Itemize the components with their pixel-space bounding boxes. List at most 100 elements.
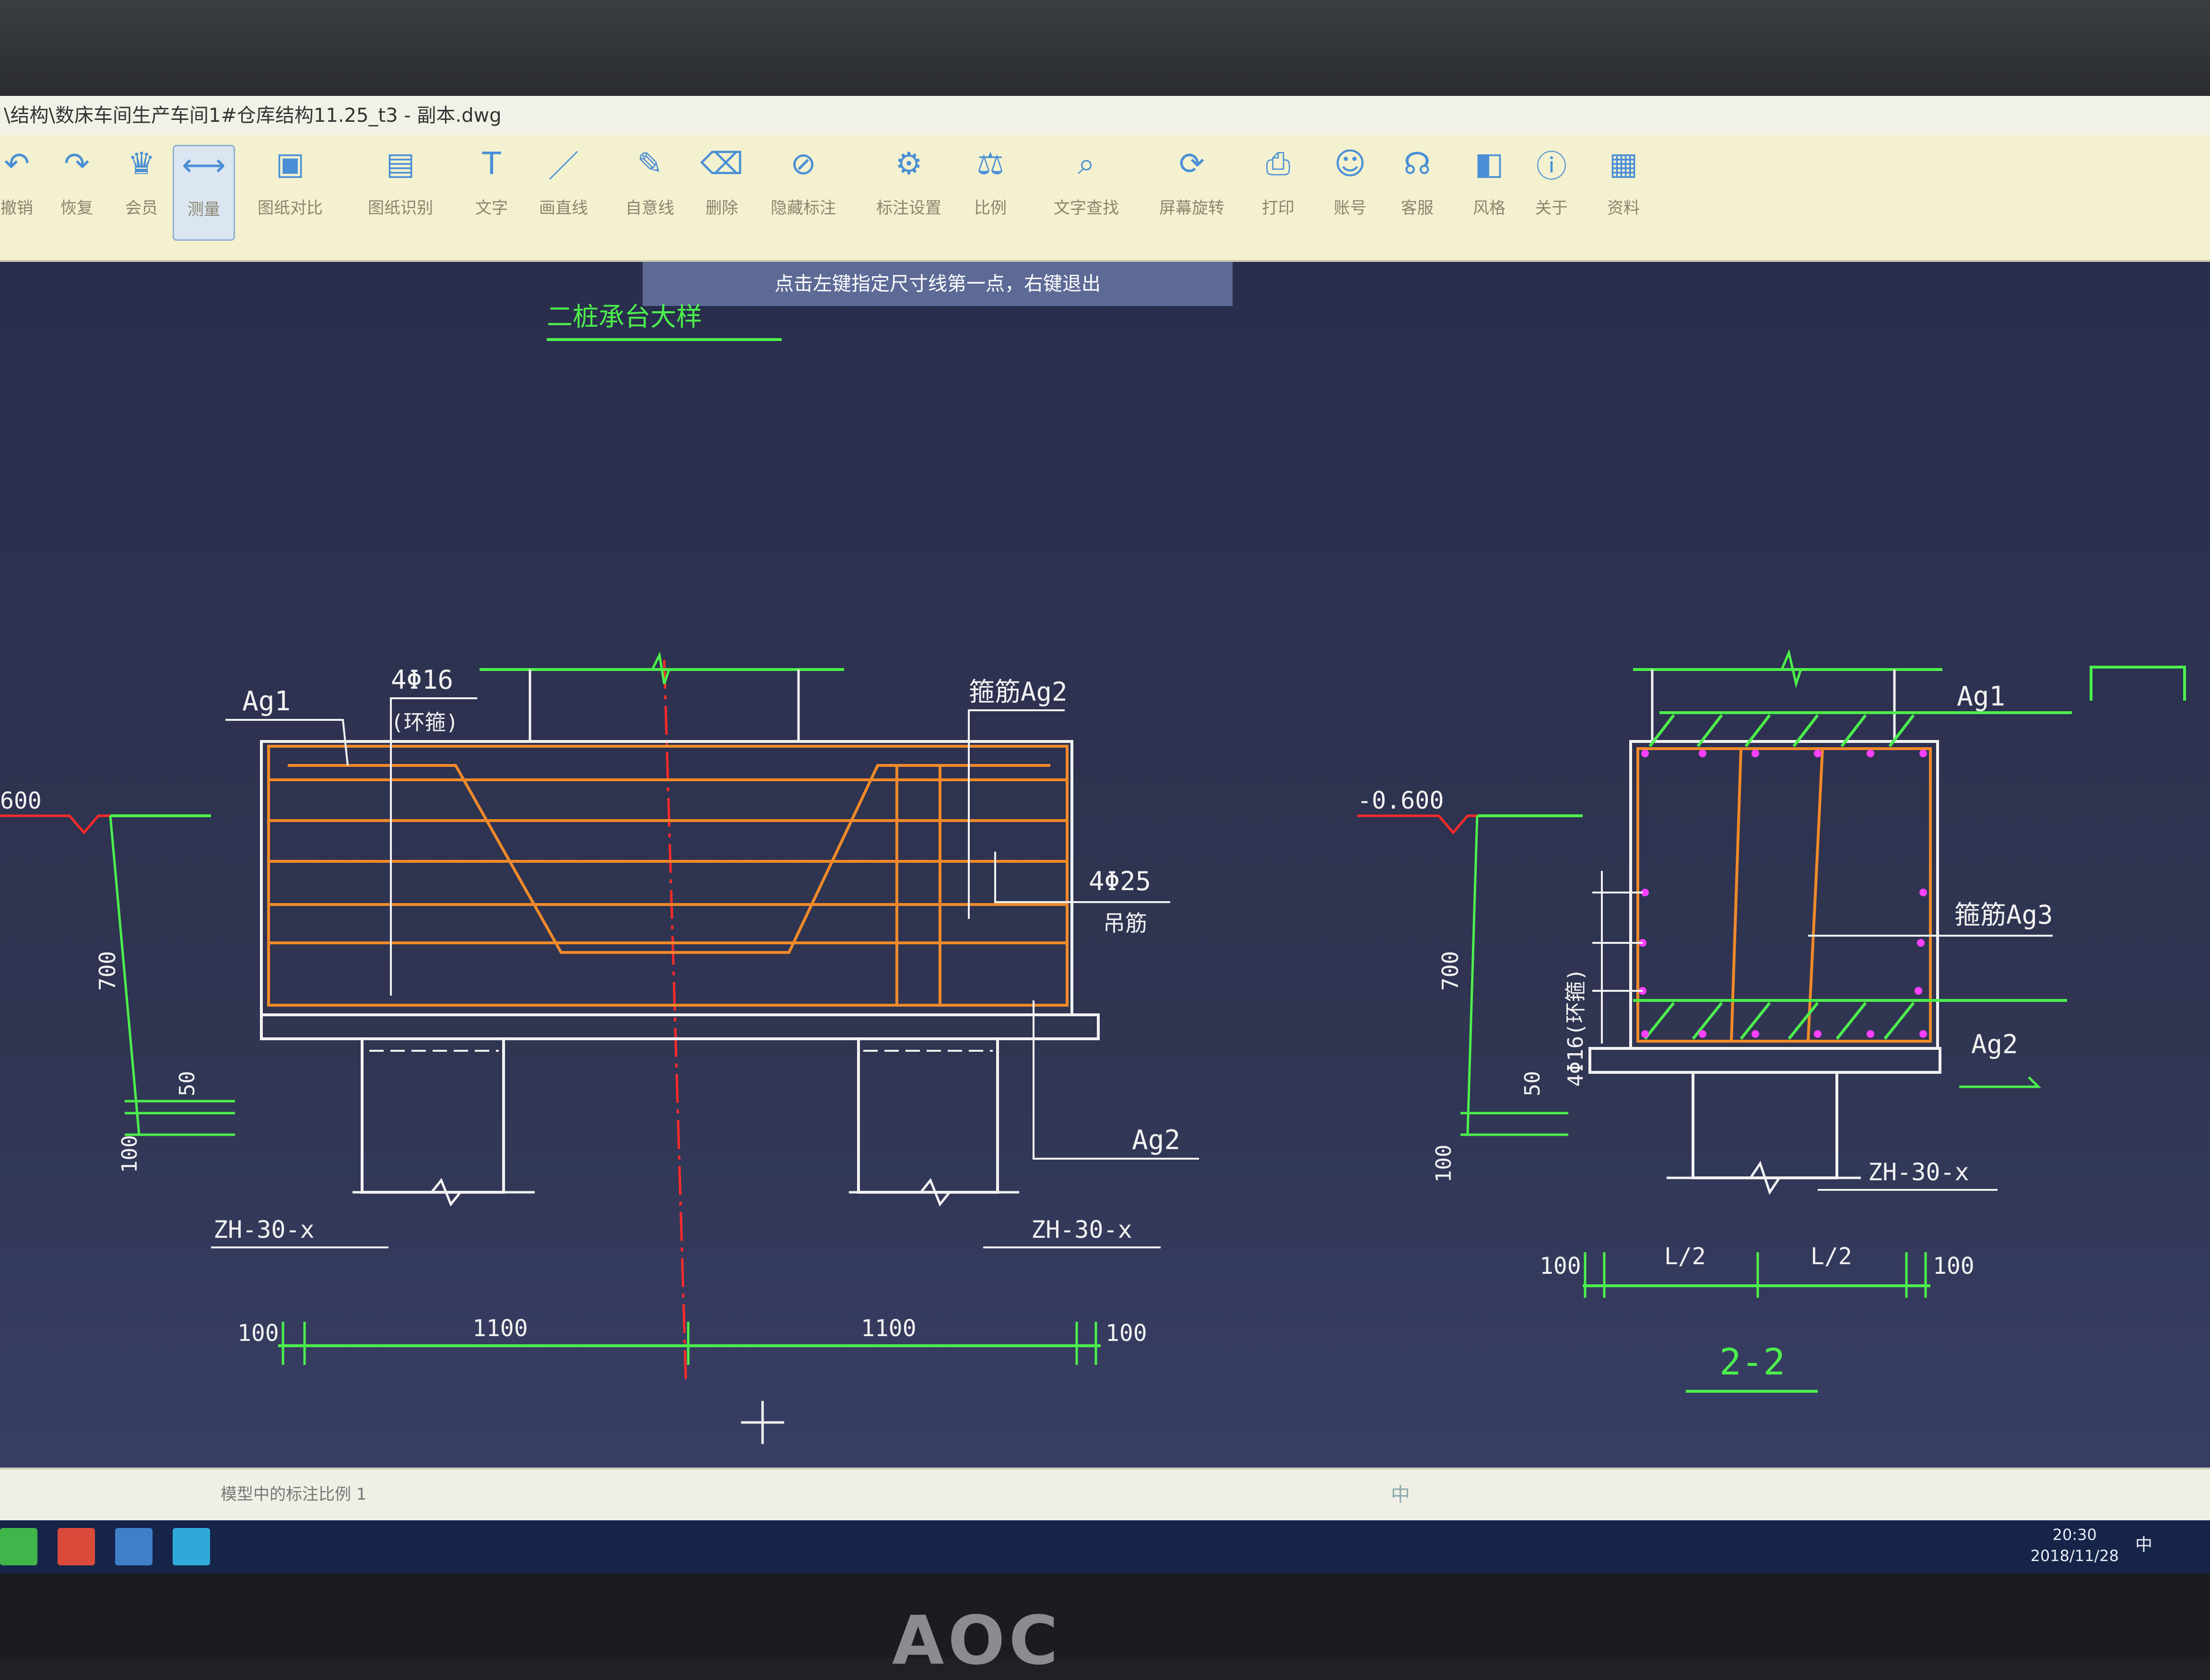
- tool-label: 恢复: [60, 199, 93, 218]
- tool-label: 屏幕旋转: [1159, 199, 1224, 218]
- label-pile-left: ZH-30-x: [213, 1216, 315, 1244]
- tool-undo-button[interactable]: ↶ 撤销: [0, 145, 48, 241]
- label-top-bar-note: (环箍): [391, 710, 458, 735]
- dim-1-b: 1100: [472, 1315, 528, 1342]
- clock[interactable]: 20:30 2018/11/28: [2031, 1524, 2119, 1566]
- toolbar: ↶ 撤销 ↷ 恢复 ♛ 会员 ⟷ 测量 ▣ 图纸对比 ▤ 图纸识别 T 文字 ／ 画直线 ✎ 自意线 ⌫ 删除 ⊘ 隐藏标…: [0, 135, 2210, 262]
- taskbar: 中 20:30 2018/11/28: [0, 1520, 2210, 1573]
- tool-label: 关于: [1535, 199, 1568, 218]
- tool-print-button[interactable]: ⎙ 打印: [1247, 145, 1309, 241]
- tool-line-button[interactable]: ／ 画直线: [532, 145, 595, 241]
- text-icon: T: [482, 146, 501, 182]
- tool-scale-button[interactable]: ⚖ 比例: [959, 145, 1022, 241]
- monitor-bezel-top: [0, 0, 2210, 96]
- status-bar: 模型中的标注比例 1 中: [0, 1468, 2210, 1522]
- drawing-heading: 二桩承台大样: [547, 302, 702, 332]
- dim-1-a: 100: [237, 1320, 279, 1347]
- dim-50-2: 50: [1520, 1071, 1545, 1096]
- crosshair-cursor: [741, 1401, 784, 1444]
- tool-rotate-button[interactable]: ⟳ 屏幕旋转: [1159, 145, 1224, 241]
- tool-label: 打印: [1262, 199, 1294, 218]
- screen: \结构\数床车间生产车间1#仓库结构11.25_t3 - 副本.dwg ↶ 撤销 ↷…: [0, 96, 2210, 1573]
- label-hanger: 4Φ25: [1089, 866, 1151, 896]
- user-icon: ☺: [1334, 146, 1366, 182]
- dim-100v-2: 100: [1432, 1145, 1456, 1183]
- section-title-2: 2-2: [1719, 1340, 1785, 1383]
- label-pile-2: ZH-30-x: [1868, 1158, 1969, 1186]
- tool-label: 画直线: [539, 199, 588, 218]
- label-ag1-1: Ag1: [242, 686, 291, 717]
- tool-headset-button[interactable]: ☊ 客服: [1386, 145, 1448, 241]
- label-ag2-2: Ag2: [1971, 1029, 2018, 1059]
- tool-label: 资料: [1607, 199, 1640, 218]
- tool-docs-button[interactable]: ▦ 资料: [1592, 145, 1655, 241]
- tool-settings-button[interactable]: ⚙ 标注设置: [876, 145, 941, 241]
- tool-hide-button[interactable]: ⊘ 隐藏标注: [771, 145, 836, 241]
- tool-label: 撤销: [0, 199, 33, 218]
- tool-text-button[interactable]: T 文字: [460, 145, 523, 241]
- style-icon: ◧: [1474, 146, 1504, 182]
- tool-label: 隐藏标注: [771, 199, 836, 218]
- dim-2-d: 100: [1933, 1253, 1975, 1280]
- taskbar-app-1[interactable]: [0, 1528, 37, 1565]
- tool-label: 自意线: [625, 199, 674, 218]
- dim-2-a: 100: [1540, 1253, 1581, 1280]
- clock-date: 2018/11/28: [2030, 1547, 2119, 1565]
- section-1-1: 600 700 50 100 Ag1 4Φ16 (环箍) 箍筋Ag2 4Φ25 …: [0, 651, 1199, 1510]
- taskbar-app-3[interactable]: [115, 1528, 153, 1565]
- label-top-bar: 4Φ16: [391, 665, 453, 695]
- pen-icon: ✎: [637, 146, 663, 182]
- docs-icon: ▦: [1609, 146, 1638, 182]
- scale-icon: ⚖: [976, 146, 1004, 182]
- dim-1-c: 1100: [861, 1315, 917, 1342]
- undo-icon: ↶: [4, 146, 30, 182]
- elevation-label-1: 600: [0, 787, 42, 814]
- tool-measure-button[interactable]: ⟷ 测量: [173, 145, 235, 241]
- dim-700-2: 700: [1437, 951, 1463, 991]
- dim-2-c: L/2: [1810, 1243, 1852, 1270]
- tool-label: 会员: [125, 199, 158, 218]
- tool-style-button[interactable]: ◧ 风格: [1458, 145, 1520, 241]
- tool-eraser-button[interactable]: ⌫ 删除: [691, 145, 753, 241]
- tool-label: 测量: [188, 200, 220, 219]
- hide-icon: ⊘: [790, 146, 816, 182]
- taskbar-app-4[interactable]: [173, 1528, 210, 1565]
- label-stirrup-1: 箍筋Ag2: [969, 677, 1068, 707]
- dim-2-b: L/2: [1664, 1243, 1706, 1270]
- tool-user-button[interactable]: ☺ 账号: [1319, 145, 1381, 241]
- info-icon: ⓘ: [1536, 149, 1567, 185]
- taskbar-app-2[interactable]: [58, 1528, 95, 1565]
- monitor-brand: AOC: [892, 1602, 1062, 1680]
- dim-100v-1: 100: [118, 1135, 142, 1173]
- tool-compare-button[interactable]: ▣ 图纸对比: [258, 145, 323, 241]
- headset-icon: ☊: [1403, 146, 1431, 182]
- drawing-canvas[interactable]: 点击左键指定尺寸线第一点，右键退出 二桩承台大样 600 700 50 100 …: [0, 262, 2210, 1563]
- tool-label: 图纸识别: [368, 199, 433, 218]
- compare-icon: ▣: [275, 146, 305, 182]
- tray-ime[interactable]: 中: [2135, 1531, 2152, 1556]
- section-2-2: -0.600 700 50 100 4Φ16(环箍) Ag1 箍筋Ag3 Ag2…: [1357, 648, 2186, 1393]
- window-title: \结构\数床车间生产车间1#仓库结构11.25_t3 - 副本.dwg: [0, 96, 2210, 135]
- redo-icon: ↷: [64, 146, 90, 182]
- status-text: 模型中的标注比例 1: [221, 1485, 367, 1504]
- tool-info-button[interactable]: ⓘ 关于: [1520, 145, 1583, 241]
- tool-pen-button[interactable]: ✎ 自意线: [619, 145, 681, 241]
- dim-50-1: 50: [175, 1071, 200, 1096]
- search-icon: ⌕: [1078, 146, 1095, 182]
- tool-label: 图纸对比: [258, 199, 323, 218]
- tool-search-button[interactable]: ⌕ 文字查找: [1054, 145, 1119, 241]
- cad-drawing[interactable]: 二桩承台大样 600 700 50 100 Ag1 4Φ16 (环箍) 箍筋Ag…: [0, 262, 2210, 1563]
- tool-label: 标注设置: [876, 199, 941, 218]
- rotate-icon: ⟳: [1179, 146, 1205, 182]
- label-pile-right: ZH-30-x: [1031, 1216, 1132, 1244]
- clock-time: 20:30: [2052, 1526, 2097, 1544]
- ime-indicator[interactable]: 中: [1391, 1479, 1410, 1507]
- label-side-bar: 4Φ16(环箍): [1563, 968, 1588, 1087]
- line-icon: ／: [548, 149, 579, 185]
- tool-recognize-button[interactable]: ▤ 图纸识别: [368, 145, 433, 241]
- recognize-icon: ▤: [386, 146, 415, 182]
- tool-redo-button[interactable]: ↷ 恢复: [46, 145, 108, 241]
- tool-vip-button[interactable]: ♛ 会员: [110, 145, 173, 241]
- dim-1-d: 100: [1105, 1320, 1147, 1347]
- elevation-label-2: -0.600: [1357, 787, 1444, 814]
